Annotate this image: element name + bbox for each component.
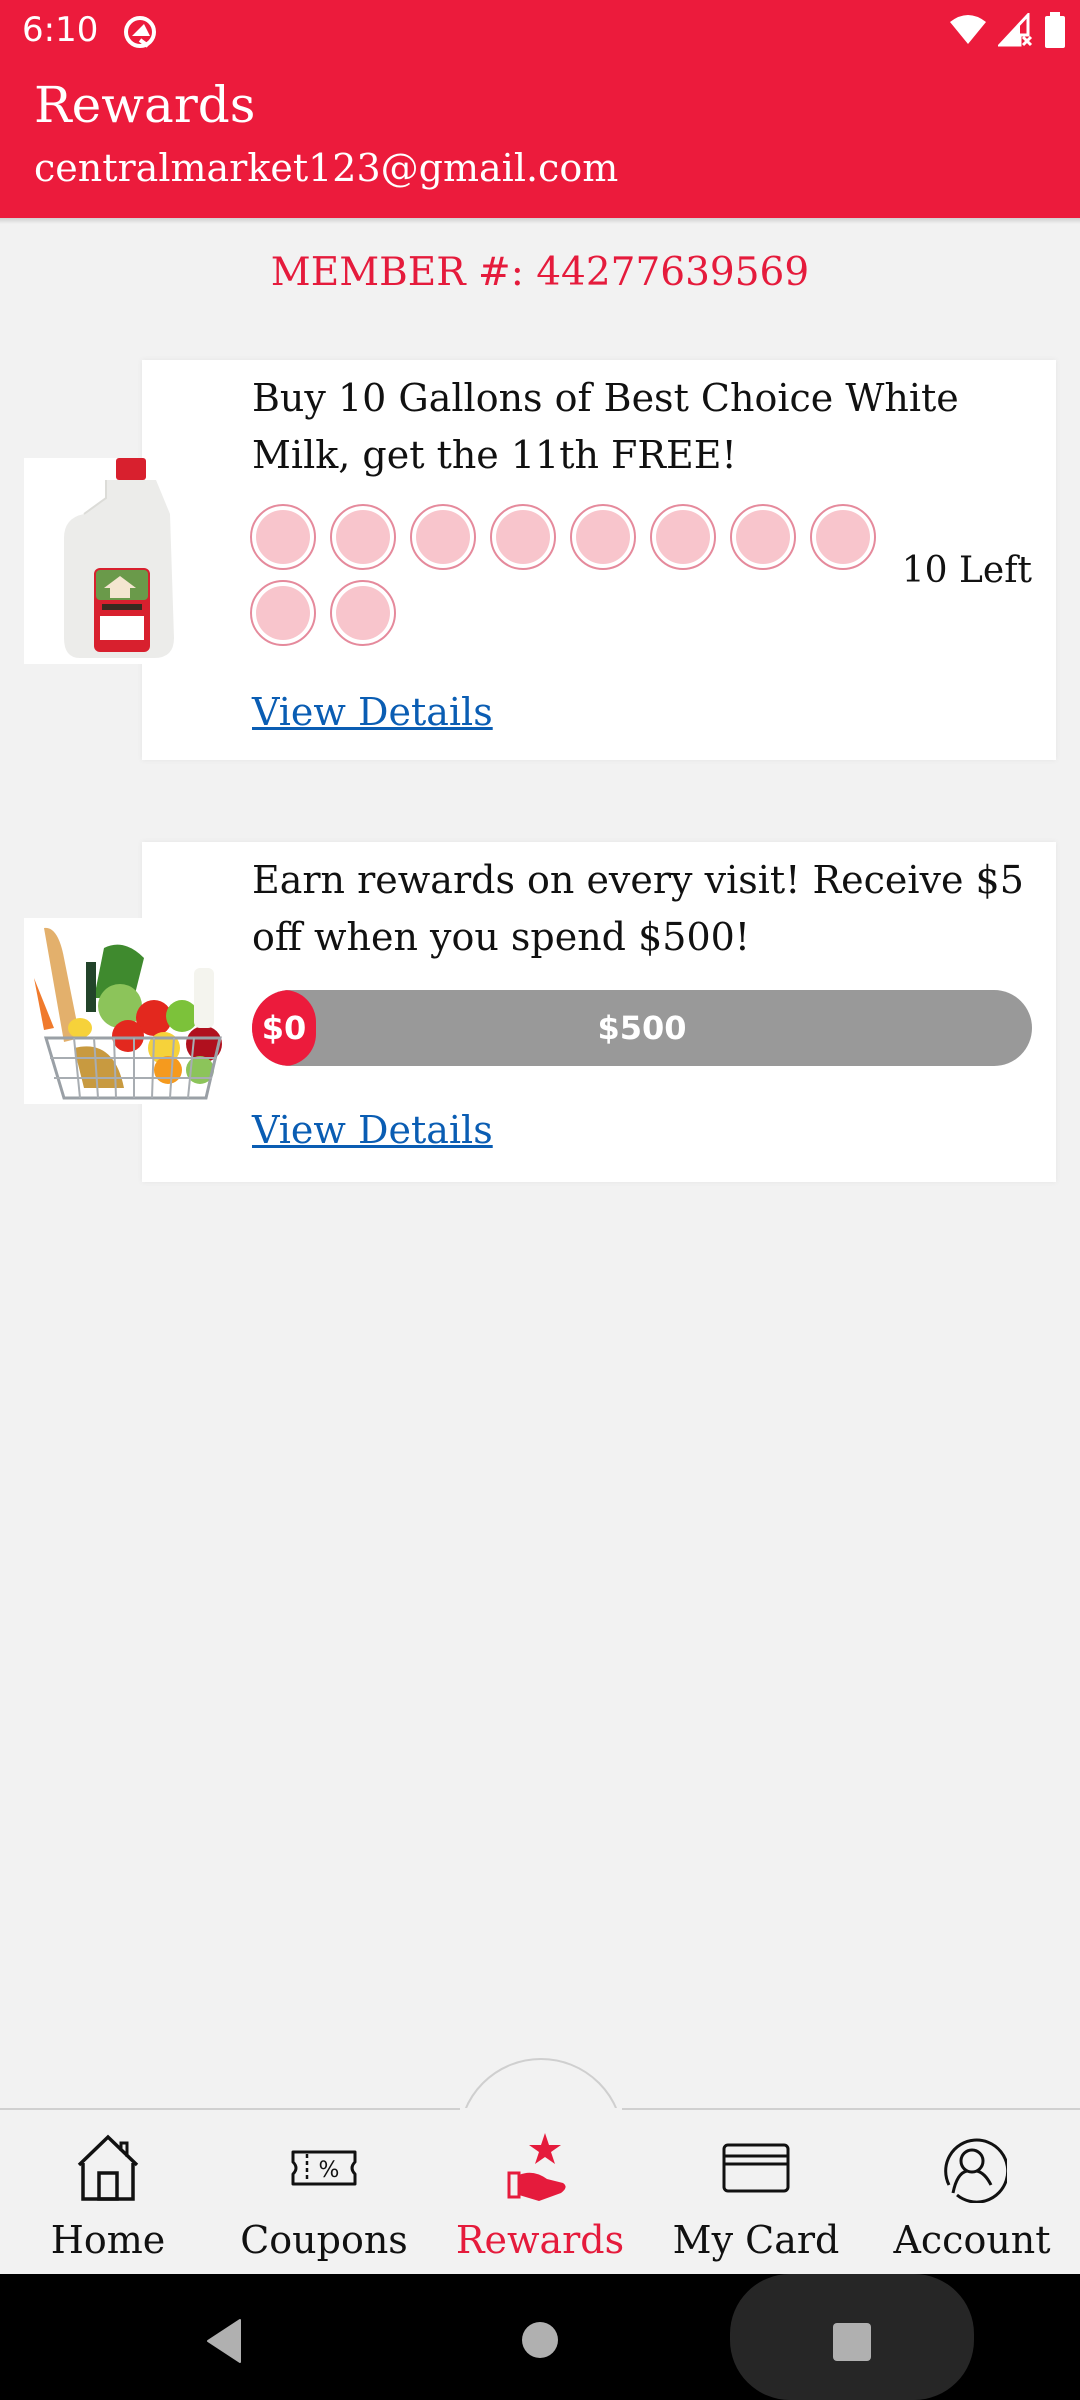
view-details-link[interactable]: View Details [252, 1108, 493, 1152]
app-bar: 6:10 Rewards centralmarket123@gmail.com [0, 0, 1080, 218]
punch-circle [330, 580, 396, 646]
app-notification-icon [124, 16, 156, 48]
reward-card-milk: Buy 10 Gallons of Best Choice White Milk… [142, 360, 1056, 760]
nav-item-account[interactable]: Account [864, 2110, 1080, 2274]
punch-circle [410, 504, 476, 570]
nav-bump-cover [460, 2108, 622, 2114]
status-icons [948, 12, 1066, 48]
progress-current-label: $0 [252, 990, 316, 1066]
punch-circle [330, 504, 396, 570]
nav-label: Account [893, 2218, 1051, 2262]
punch-progress [250, 504, 890, 646]
nav-item-my-card[interactable]: My Card [648, 2110, 864, 2274]
wifi-icon [950, 15, 986, 44]
grocery-basket-image [24, 918, 230, 1104]
punch-circle [730, 504, 796, 570]
system-nav-bar [0, 2274, 1080, 2400]
nav-label: Coupons [240, 2218, 408, 2262]
rewards-hand-star-icon [507, 2133, 566, 2201]
home-icon [77, 2134, 139, 2201]
reward-title: Earn rewards on every visit! Receive $5 … [252, 858, 1024, 959]
milk-gallon-image [24, 458, 190, 664]
nav-item-rewards[interactable]: Rewards [432, 2110, 648, 2274]
status-bar: 6:10 [0, 0, 1080, 62]
nav-label: My Card [672, 2218, 840, 2262]
punch-circle [250, 580, 316, 646]
nav-label: Home [50, 2218, 166, 2262]
punch-circle [810, 504, 876, 570]
app-bar-shadow [0, 218, 1080, 224]
punch-circle [650, 504, 716, 570]
progress-goal-label: $500 [597, 1009, 687, 1047]
page-title: Rewards [34, 76, 256, 134]
battery-icon [1045, 12, 1065, 48]
coupon-ticket-icon: % [291, 2150, 357, 2186]
home-circle-icon[interactable] [520, 2320, 560, 2360]
punch-circle [570, 504, 636, 570]
svg-text:%: % [319, 2158, 340, 2183]
member-number: MEMBER #: 44277639569 [270, 250, 810, 295]
account-email: centralmarket123@gmail.com [34, 146, 619, 190]
spend-progress-bar: $500 $0 [252, 990, 1032, 1066]
nav-item-home[interactable]: Home [0, 2110, 216, 2274]
reward-card-spend: Earn rewards on every visit! Receive $5 … [142, 842, 1056, 1182]
rewards-screen: 6:10 Rewards centralmarket123@gmail.com … [0, 0, 1080, 2400]
reward-title: Buy 10 Gallons of Best Choice White Milk… [252, 376, 959, 477]
account-icon [944, 2138, 1007, 2203]
nav-item-coupons[interactable]: % Coupons [216, 2110, 432, 2274]
cellular-no-signal-icon [998, 13, 1033, 47]
punch-circle [250, 504, 316, 570]
card-icon [722, 2143, 790, 2193]
status-time: 6:10 [22, 10, 99, 50]
view-details-link[interactable]: View Details [252, 690, 493, 734]
punch-circle [490, 504, 556, 570]
back-icon[interactable] [204, 2318, 244, 2364]
nav-label: Rewards [455, 2218, 625, 2262]
remaining-count: 10 Left [901, 550, 1032, 591]
bottom-nav: Home % Coupons Rewards My Card Account [0, 2108, 1080, 2274]
recents-icon[interactable] [832, 2322, 872, 2362]
